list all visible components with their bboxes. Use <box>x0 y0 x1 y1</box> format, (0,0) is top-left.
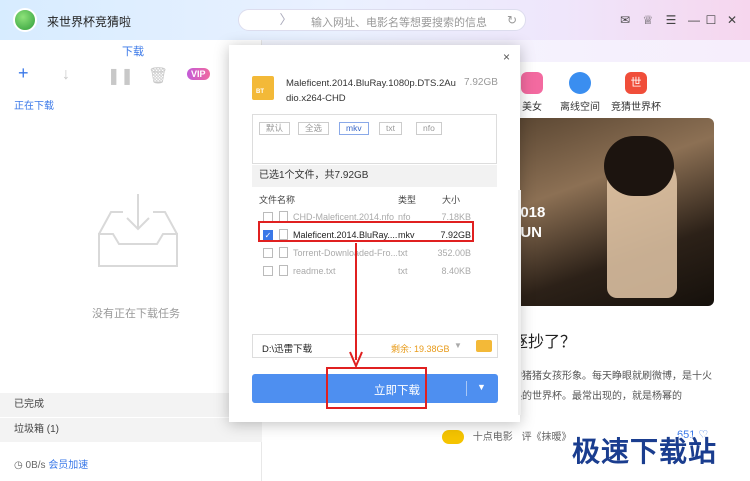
banner-figure-hair <box>604 136 674 196</box>
dialog-close-icon[interactable]: × <box>503 50 510 64</box>
accelerate-link[interactable]: 会员加速 <box>48 460 88 471</box>
article-headline[interactable]: 逐抄了？ <box>512 328 576 352</box>
filter-nfo[interactable]: nfo <box>416 122 442 135</box>
downloading-label[interactable]: 正在下载 <box>14 97 54 112</box>
beauty-icon <box>521 72 543 94</box>
annotation-highlight-button <box>326 367 427 409</box>
app-logo-icon <box>13 8 37 32</box>
address-placeholder: 输入网址、电影名等想要搜索的信息 <box>311 17 487 29</box>
empty-message: 没有正在下载任务 <box>92 308 180 320</box>
document-icon <box>279 247 288 258</box>
save-path-field[interactable]: D:\迅雷下载 剩余: 19.38GB ▼ <box>252 334 498 358</box>
empty-inbox-icon <box>98 194 178 267</box>
vip-badge[interactable]: VIP <box>187 68 210 80</box>
col-type[interactable]: 类型 <box>398 193 416 206</box>
file-table-header: 文件名称 类型 大小 <box>252 190 497 208</box>
refresh-icon[interactable]: ↻ <box>507 13 517 27</box>
back-button[interactable] <box>247 13 261 27</box>
file-checkbox[interactable] <box>263 266 273 276</box>
source-name[interactable]: 十点电影 <box>473 432 513 443</box>
article-excerpt: 的猪猪女孩形象。每天睁眼就刷微博，是十火热的世界杯。最常出现的，就是杨幂的 <box>512 371 712 402</box>
tab-download[interactable]: 下载 <box>122 43 144 59</box>
remaining-space: 剩余: 19.38GB <box>391 344 450 354</box>
torrent-name: Maleficent.2014.BluRay.1080p.DTS.2Audio.… <box>286 78 456 104</box>
pause-icon[interactable]: ❚❚ <box>107 66 134 86</box>
file-checkbox[interactable] <box>263 248 273 258</box>
col-name[interactable]: 文件名称 <box>259 193 295 206</box>
mail-icon[interactable]: ✉ <box>618 13 632 27</box>
address-bar[interactable]: 〉 输入网址、电影名等想要搜索的信息 ↻ <box>238 9 526 31</box>
save-path-value: D:\迅雷下载 <box>262 344 313 355</box>
article-source: 十点电影 评《抹暧》 <box>442 428 572 445</box>
torrent-size: 7.92GB <box>464 77 498 88</box>
add-task-icon[interactable]: + <box>18 63 29 84</box>
folder-icon[interactable] <box>476 340 492 352</box>
filter-bar: 默认 全选 mkv txt nfo <box>252 114 497 164</box>
menu-icon[interactable]: ☰ <box>664 13 678 27</box>
title-bar: 来世界杯竞猜啦 〈 〉 输入网址、电影名等想要搜索的信息 ↻ ✉ ♕ ☰ — ☐… <box>0 0 750 40</box>
col-size[interactable]: 大小 <box>442 193 460 206</box>
clock-icon: ◷ <box>14 460 23 471</box>
file-row[interactable]: readme.txt txt 8.40KB <box>252 262 497 280</box>
skin-icon[interactable]: ♕ <box>641 13 655 27</box>
source-review: 评《抹暧》 <box>521 432 572 443</box>
close-icon[interactable]: ✕ <box>725 13 739 27</box>
annotation-highlight-file <box>258 221 474 242</box>
completed-item[interactable]: 已完成 <box>0 393 262 417</box>
source-logo-icon <box>442 430 464 445</box>
category-offline-space[interactable]: 离线空间 <box>555 72 605 113</box>
forward-icon[interactable]: 〉 <box>279 13 293 27</box>
worldcup-icon: 世 <box>625 72 647 94</box>
download-options-chevron-icon[interactable]: ▼ <box>477 382 486 392</box>
selection-info: 已选1个文件，共7.92GB <box>252 165 497 187</box>
movie-banner[interactable]: 2018 JUN <box>512 118 714 306</box>
filter-select-all[interactable]: 全选 <box>298 122 330 135</box>
trash-item[interactable]: 垃圾箱 (1) <box>0 418 262 442</box>
minimize-icon[interactable]: — <box>687 13 701 27</box>
button-divider <box>466 381 467 396</box>
filter-txt[interactable]: txt <box>379 122 402 135</box>
app-title[interactable]: 来世界杯竞猜啦 <box>47 13 131 30</box>
filter-default[interactable]: 默认 <box>259 122 291 135</box>
dialog-scrollbar[interactable] <box>518 190 521 415</box>
download-arrow-icon[interactable]: ↓ <box>62 66 70 84</box>
maximize-icon[interactable]: ☐ <box>704 13 718 27</box>
download-panel: 下载 + ↓ ❚❚ 🗑 VIP 正在下载 没有正在下载任务 已完成 垃圾箱 (1… <box>0 40 262 481</box>
chevron-down-icon[interactable]: ▼ <box>454 341 462 350</box>
speed-value: 0B/s <box>25 460 46 471</box>
delete-icon[interactable]: 🗑 <box>148 66 168 86</box>
watermark: 极速下载站 <box>572 436 718 467</box>
speed-status: ◷ 0B/s 会员加速 <box>14 456 88 471</box>
torrent-file-icon: BT <box>252 76 274 100</box>
category-worldcup[interactable]: 世 竞猜世界杯 <box>608 72 664 113</box>
filter-mkv[interactable]: mkv <box>339 122 369 135</box>
file-row[interactable]: Torrent-Downloaded-Fro... txt 352.00B <box>252 244 497 262</box>
document-icon <box>279 265 288 276</box>
cloud-icon <box>569 72 591 94</box>
